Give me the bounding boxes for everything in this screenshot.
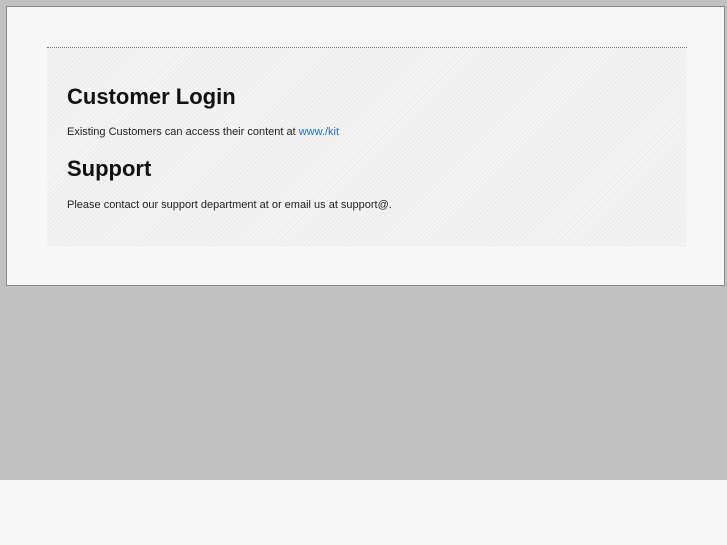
customer-login-heading: Customer Login xyxy=(67,84,236,109)
content-box: Customer Login Existing Customers can ac… xyxy=(47,47,687,247)
support-text: Please contact our support department at… xyxy=(67,199,392,211)
customer-login-text: Existing Customers can access their cont… xyxy=(67,125,667,139)
main-panel: Customer Login Existing Customers can ac… xyxy=(6,6,725,286)
support-heading: Support xyxy=(67,156,152,181)
customer-login-link[interactable]: www./kit xyxy=(299,126,339,138)
customer-login-text-prefix: Existing Customers can access their cont… xyxy=(67,126,299,138)
